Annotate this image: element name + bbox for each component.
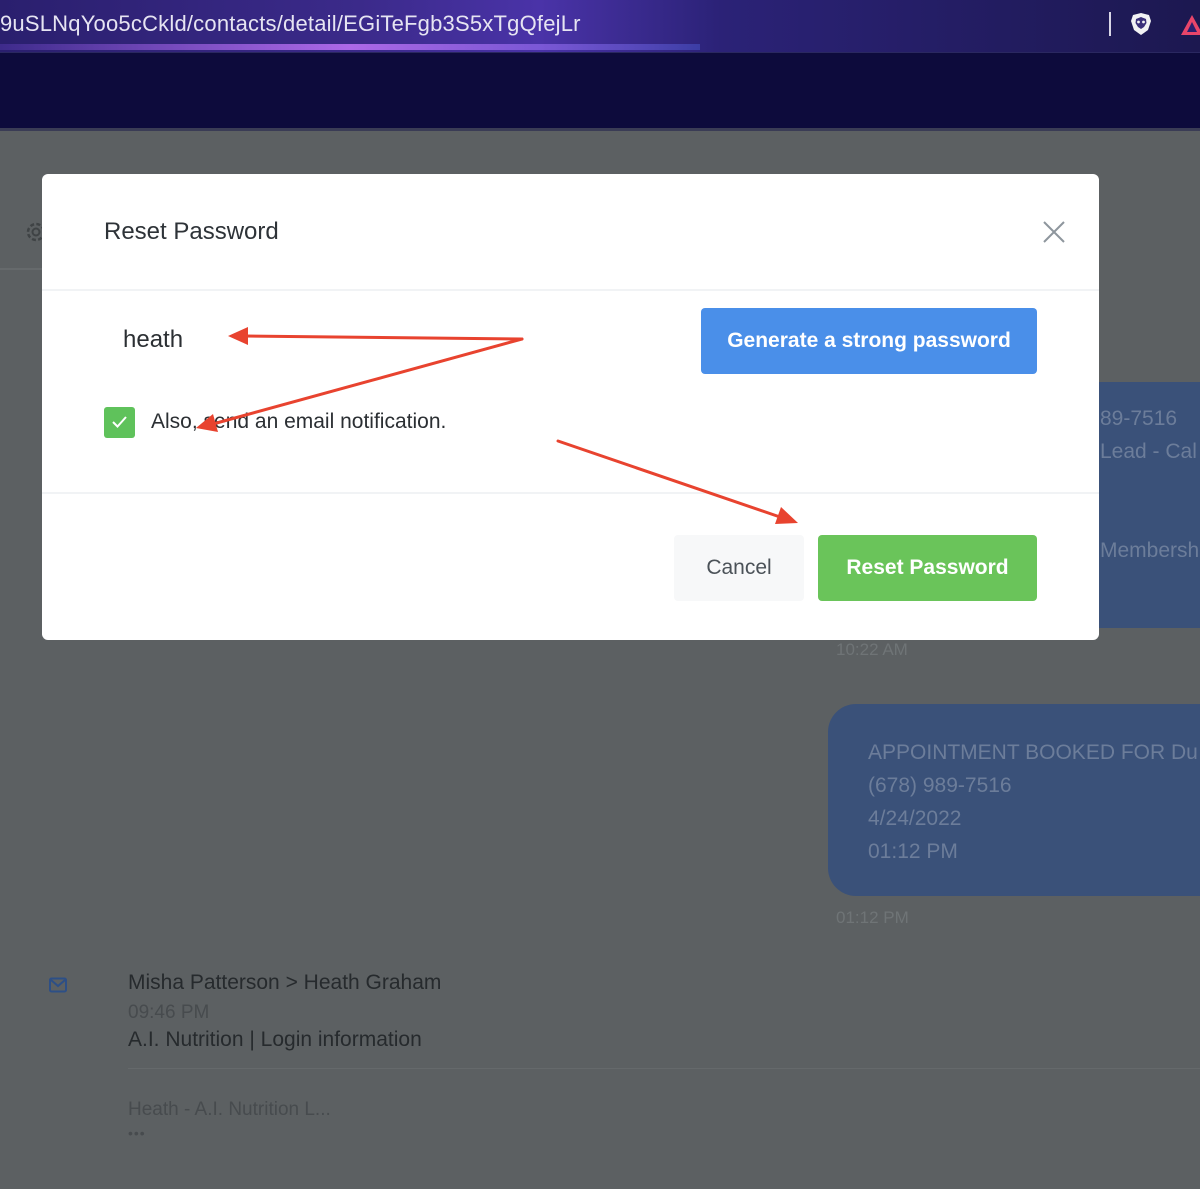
email-divider bbox=[128, 1068, 1200, 1069]
reset-password-button[interactable]: Reset Password bbox=[818, 535, 1037, 601]
message-bubble: APPOINTMENT BOOKED FOR Du (678) 989-7516… bbox=[828, 704, 1200, 896]
url-text[interactable]: 9uSLNqYoo5cCkld/contacts/detail/EGiTeFgb… bbox=[0, 11, 581, 37]
password-input[interactable] bbox=[104, 314, 664, 366]
email-more-dots[interactable]: ••• bbox=[128, 1125, 146, 1141]
modal-title: Reset Password bbox=[104, 218, 279, 245]
mail-icon bbox=[49, 977, 67, 993]
email-notification-label[interactable]: Also, send an email notification. bbox=[151, 410, 446, 434]
browser-toolbar bbox=[0, 52, 1200, 130]
bubble-line: (678) 989-7516 bbox=[868, 774, 1012, 797]
message-time: 10:22 AM bbox=[836, 640, 908, 659]
url-bar-glow bbox=[0, 44, 700, 50]
bubble-line bbox=[1100, 501, 1200, 534]
generate-password-button[interactable]: Generate a strong password bbox=[701, 308, 1037, 374]
email-preview[interactable]: Heath - A.I. Nutrition L... bbox=[128, 1099, 331, 1121]
background-divider bbox=[0, 268, 42, 270]
rewards-triangle-icon[interactable] bbox=[1180, 14, 1200, 36]
checkmark-icon bbox=[112, 416, 127, 428]
email-subject[interactable]: A.I. Nutrition | Login information bbox=[128, 1028, 422, 1052]
bubble-line bbox=[1100, 468, 1200, 501]
reset-password-modal: Reset Password Generate a strong passwor… bbox=[42, 174, 1099, 640]
bubble-line: Lead - Cal bbox=[1100, 440, 1197, 463]
email-from-to[interactable]: Misha Patterson > Heath Graham bbox=[128, 971, 441, 995]
bubble-line: 4/24/2022 bbox=[868, 807, 962, 830]
modal-footer-divider bbox=[42, 492, 1099, 494]
bubble-line: 01:12 PM bbox=[868, 840, 958, 863]
modal-header-divider bbox=[42, 289, 1099, 291]
close-icon[interactable] bbox=[1042, 220, 1066, 244]
cancel-button[interactable]: Cancel bbox=[674, 535, 804, 601]
browser-url-bar[interactable]: 9uSLNqYoo5cCkld/contacts/detail/EGiTeFgb… bbox=[0, 0, 1200, 52]
bubble-line: 89-7516 bbox=[1100, 407, 1178, 430]
brave-shield-icon[interactable] bbox=[1130, 12, 1152, 36]
url-bar-divider bbox=[1109, 12, 1111, 36]
bubble-line: Membershi bbox=[1100, 539, 1200, 562]
bubble-line: APPOINTMENT BOOKED FOR Du bbox=[868, 741, 1198, 764]
message-time: 01:12 PM bbox=[836, 908, 909, 927]
email-notification-checkbox[interactable] bbox=[104, 407, 135, 438]
email-time: 09:46 PM bbox=[128, 1002, 210, 1023]
